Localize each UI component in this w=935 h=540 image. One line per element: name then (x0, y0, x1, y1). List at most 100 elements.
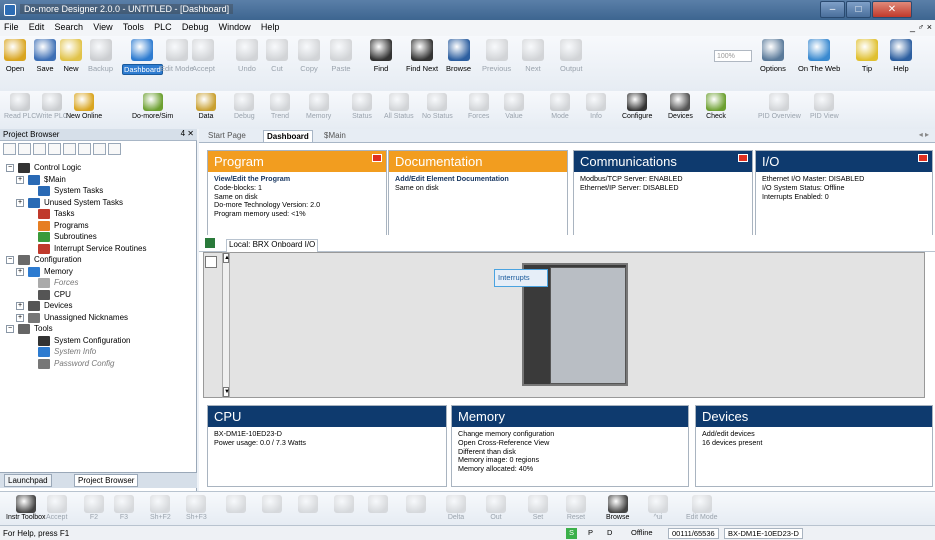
memory-button[interactable]: Memory (306, 93, 331, 120)
pin-icon[interactable]: 4 (181, 129, 185, 138)
menu-view[interactable]: View (89, 20, 116, 34)
pid-view-button[interactable]: PID View (810, 93, 839, 120)
filter-icon[interactable] (48, 143, 61, 155)
tree-item[interactable]: Interrupt Service Routines (2, 243, 195, 255)
data-button[interactable]: Data (196, 93, 216, 120)
mode-button[interactable]: Mode (550, 93, 570, 120)
accept-button[interactable]: Accept (192, 39, 215, 73)
tree-item[interactable]: System Tasks (2, 185, 195, 197)
delta-button[interactable]: Delta (446, 495, 466, 521)
debug-button[interactable]: Debug (234, 93, 255, 120)
close-icon[interactable]: ✕ (187, 129, 194, 138)
tree-item[interactable]: Subroutines (2, 231, 195, 243)
tree-item[interactable]: System Info (2, 346, 195, 358)
program-card[interactable]: Program View/Edit the Program Code-block… (207, 150, 387, 236)
collapse-icon[interactable] (93, 143, 106, 155)
tree-item[interactable]: CPU (2, 289, 195, 301)
maximize-button[interactable]: □ (846, 1, 871, 18)
compare-le-button[interactable] (406, 495, 426, 514)
io-card[interactable]: I/O Ethernet I/O Master: DISABLED I/O Sy… (755, 150, 933, 236)
copy-button[interactable]: Copy (298, 39, 320, 73)
edit-mode-button[interactable]: Edit Mode (686, 495, 718, 521)
menu-help[interactable]: Help (257, 20, 284, 34)
devices-card[interactable]: Devices Add/edit devices 16 devices pres… (695, 405, 933, 487)
select-pointer-icon[interactable] (205, 256, 217, 268)
options-button[interactable]: Options (760, 39, 786, 73)
out-button[interactable]: Out (486, 495, 506, 521)
neg-edge-button[interactable]: Sh+F3 (186, 495, 207, 521)
edit-mode-button[interactable]: Edit Mode (160, 39, 194, 73)
panel-close-button[interactable]: 4 ✕ (181, 129, 194, 138)
menu-search[interactable]: Search (51, 20, 88, 34)
cut-button[interactable]: Cut (266, 39, 288, 73)
pid-overview-button[interactable]: PID Overview (758, 93, 801, 120)
tree-item[interactable]: + Unused System Tasks (2, 197, 195, 209)
tree-item[interactable]: System Configuration (2, 335, 195, 347)
no-status-button[interactable]: No Status (422, 93, 453, 120)
menu-tools[interactable]: Tools (119, 20, 148, 34)
menu-debug[interactable]: Debug (178, 20, 213, 34)
compare-gt-button[interactable] (298, 495, 318, 514)
tree-item[interactable]: + Devices (2, 300, 195, 312)
pos-edge-button[interactable]: Sh+F2 (150, 495, 171, 521)
tab-scroll-arrows[interactable]: ◂ ▸ (919, 130, 929, 139)
previous-button[interactable]: Previous (482, 39, 511, 73)
paste-button[interactable]: Paste (330, 39, 352, 73)
tree-item[interactable]: − Control Logic (2, 162, 195, 174)
compare-ge-button[interactable] (334, 495, 354, 514)
tree-item[interactable]: − Tools (2, 323, 195, 335)
list-view-icon[interactable] (18, 143, 31, 155)
sort-desc-icon[interactable] (78, 143, 91, 155)
new-button[interactable]: New (60, 39, 82, 73)
new-online-button[interactable]: New Online (66, 93, 102, 120)
tab-start-page[interactable]: Start Page (205, 130, 249, 142)
contact-no-button[interactable]: F2 (84, 495, 104, 521)
configure-button[interactable]: Configure (622, 93, 652, 120)
tree-item[interactable]: + Unassigned Nicknames (2, 312, 195, 324)
grid-view-icon[interactable] (33, 143, 46, 155)
check-button[interactable]: Check (706, 93, 726, 120)
wire-button[interactable]: ^ui (648, 495, 668, 521)
tree-item[interactable]: Password Config (2, 358, 195, 370)
browse-button[interactable]: Browse (606, 495, 629, 521)
scroll-down-icon[interactable]: ▼ (223, 387, 230, 397)
expand-icon[interactable]: + (16, 313, 24, 322)
tip-button[interactable]: Tip (856, 39, 878, 73)
accept-button[interactable]: Accept (46, 495, 67, 521)
tab-dashboard[interactable]: Dashboard (263, 130, 313, 142)
io-canvas[interactable]: Interrupts (203, 252, 925, 398)
read-plc-button[interactable]: Read PLC (4, 93, 36, 120)
io-view-tab[interactable]: Local: BRX Onboard I/O (226, 239, 319, 252)
devices-button[interactable]: Devices (668, 93, 693, 120)
brx-cpu-module[interactable]: Interrupts (494, 263, 628, 386)
tree-item[interactable]: Forces (2, 277, 195, 289)
cpu-card[interactable]: CPU BX-DM1E-10ED23-D Power usage: 0.0 / … (207, 405, 447, 487)
collapse-icon[interactable]: − (6, 256, 14, 264)
io-scrollbar[interactable]: ▲ ▼ (222, 252, 230, 398)
compare-ne-button[interactable] (262, 495, 282, 514)
menu-plc[interactable]: PLC (150, 20, 176, 34)
communications-card[interactable]: Communications Modbus/TCP Server: ENABLE… (573, 150, 753, 236)
interrupts-tag[interactable]: Interrupts (494, 269, 548, 287)
minimize-button[interactable]: – (820, 1, 845, 18)
tree-item[interactable]: Tasks (2, 208, 195, 220)
expand-icon[interactable]: + (16, 267, 24, 276)
menu-file[interactable]: File (0, 20, 23, 34)
instr-toolbox-button[interactable]: Instr Toolbox (6, 495, 46, 521)
trend-button[interactable]: Trend (270, 93, 290, 120)
zoom-select[interactable]: 100% (714, 50, 752, 62)
tree-item[interactable]: + $Main (2, 174, 195, 186)
undo-button[interactable]: Undo (236, 39, 258, 73)
menu-edit[interactable]: Edit (25, 20, 49, 34)
menu-window[interactable]: Window (215, 20, 255, 34)
sort-icon[interactable] (63, 143, 76, 155)
tab-launchpad[interactable]: Launchpad (4, 474, 52, 487)
save-button[interactable]: Save (34, 39, 56, 73)
compare-eq-button[interactable] (226, 495, 246, 514)
write-plc-button[interactable]: Write PLC (36, 93, 68, 120)
io-config-icon[interactable] (205, 238, 215, 248)
status-button[interactable]: Status (352, 93, 372, 120)
tab-project-browser[interactable]: Project Browser (74, 474, 139, 487)
next-button[interactable]: Next (522, 39, 544, 73)
tree-item[interactable]: − Configuration (2, 254, 195, 266)
